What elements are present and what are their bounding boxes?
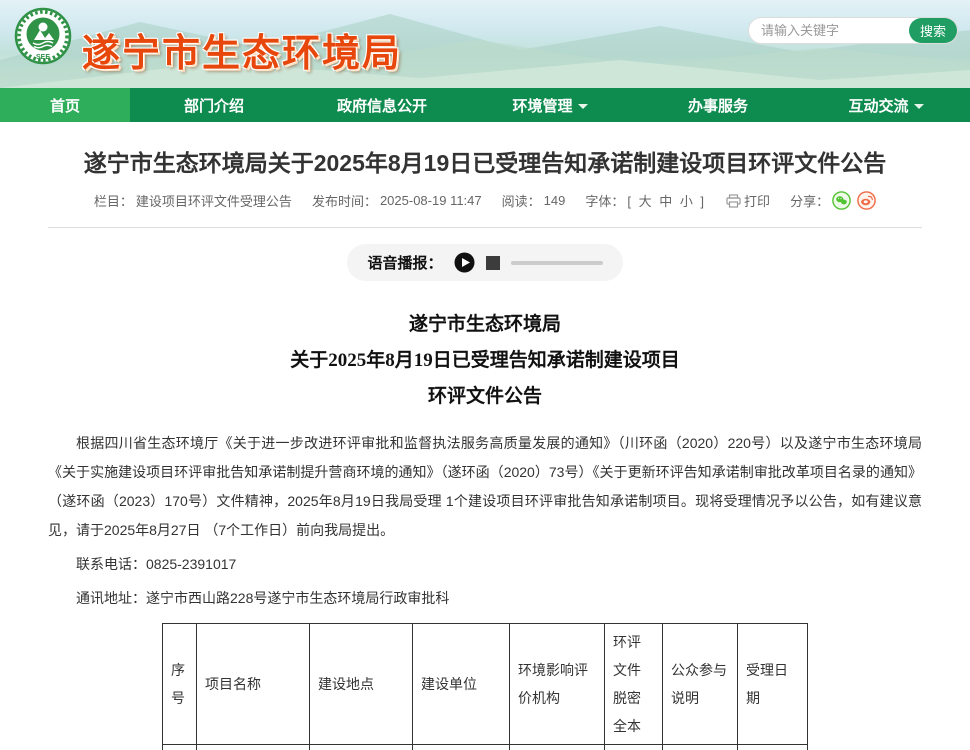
col-header-eia-doc: 环评文件脱密全本 [605,624,663,745]
col-header-accept-date: 受理日期 [738,624,808,745]
font-size-options[interactable]: [ 大 中 小 ] [627,191,706,210]
meta-views: 阅读： 149 [502,191,566,210]
page-title: 遂宁市生态环境局关于2025年8月19日已受理告知承诺制建设项目环评文件公告 [48,144,922,178]
meta-category-value: 建设项目环评文件受理公告 [136,191,292,210]
doc-heading-line: 环评文件公告 [48,379,922,415]
audio-player-label: 语音播报： [367,252,442,273]
printer-icon [726,194,741,208]
font-size-label: 字体： [585,191,624,210]
nav-label: 办事服务 [688,95,748,116]
share-label: 分享： [790,191,829,210]
meta-publish-label: 发布时间： [312,191,377,210]
nav-item-departments[interactable]: 部门介绍 [130,88,298,122]
cell-eia-doc: 见附件 [605,745,663,750]
nav-item-interaction[interactable]: 互动交流 [802,88,970,122]
cell-location: 四川遂宁船山区 [310,745,413,750]
wechat-share-icon[interactable] [832,191,851,210]
projects-table-wrap: 序号 项目名称 建设地点 建设单位 环境影响评价机构 环评文件脱密全本 公众参与… [48,623,922,750]
search-button[interactable]: 搜索 [909,18,957,43]
meta-category-label: 栏目： [94,191,133,210]
article-meta: 栏目： 建设项目环评文件受理公告 发布时间： 2025-08-19 11:47 … [48,191,922,210]
col-header-project-name: 项目名称 [197,624,310,745]
cell-public-participation: 见附件 [663,745,738,750]
audio-player: 语音播报： [347,244,622,281]
main-content: 遂宁市生态环境局关于2025年8月19日已受理告知承诺制建设项目环评文件公告 栏… [0,144,970,750]
nav-item-env-management[interactable]: 环境管理 [466,88,634,122]
chevron-down-icon [914,104,924,109]
nav-label: 环境管理 [512,95,572,116]
main-nav: 首页 部门介绍 政府信息公开 环境管理 办事服务 互动交流 [0,88,970,122]
cell-accept-date: 2025-8-19 [738,745,808,750]
audio-progress-bar[interactable] [511,261,603,265]
col-header-location: 建设地点 [310,624,413,745]
print-button[interactable]: 打印 [726,191,770,210]
site-title: 遂宁市生态环境局 [82,22,402,77]
meta-publish-time: 发布时间： 2025-08-19 11:47 [312,191,482,210]
weibo-share-icon[interactable] [857,191,876,210]
meta-category: 栏目： 建设项目环评文件受理公告 [94,191,292,210]
contact-address: 通讯地址：遂宁市西山路228号遂宁市生态环境局行政审批科 [48,584,922,613]
doc-heading-line: 关于2025年8月19日已受理告知承诺制建设项目 [48,343,922,379]
logo-see-text: SEE [36,54,50,61]
table-row: 1 7.2GW 高效晶体硅异质结光伏电池及组件项目 四川遂宁船山区 电投新能源科… [163,745,808,750]
stop-icon[interactable] [486,256,500,270]
cell-eia-agency: 信息产业电子第十一设计研究院科技工程股份有限公司 [510,745,605,750]
environment-bureau-logo-icon: SEE [14,7,72,65]
meta-views-label: 阅读： [502,191,541,210]
meta-views-value: 149 [544,193,566,208]
cell-seq: 1 [163,745,197,750]
cell-project-name: 7.2GW 高效晶体硅异质结光伏电池及组件项目 [197,745,310,750]
nav-label: 互动交流 [848,95,908,116]
font-size-control[interactable]: 字体： [ 大 中 小 ] [585,191,706,210]
document-headings: 遂宁市生态环境局 关于2025年8月19日已受理告知承诺制建设项目 环评文件公告 [48,307,922,415]
search-bar: 搜索 [748,17,958,44]
chevron-down-icon [578,104,588,109]
col-header-seq: 序号 [163,624,197,745]
share-group: 分享： [790,191,876,210]
nav-item-services[interactable]: 办事服务 [634,88,802,122]
col-header-public-participation: 公众参与说明 [663,624,738,745]
play-icon[interactable] [454,252,475,273]
contact-phone: 联系电话：0825-2391017 [48,550,922,579]
cell-builder: 电投新能源科技（遂宁）有限公司 [413,745,510,750]
nav-item-home[interactable]: 首页 [0,88,130,122]
nav-label: 首页 [50,95,80,116]
col-header-eia-agency: 环境影响评价机构 [510,624,605,745]
col-header-builder: 建设单位 [413,624,510,745]
doc-heading-line: 遂宁市生态环境局 [48,307,922,343]
nav-item-gov-info[interactable]: 政府信息公开 [298,88,466,122]
body-paragraph: 根据四川省生态环境厅《关于进一步改进环评审批和监督执法服务高质量发展的通知》（川… [48,429,922,545]
site-header: SEE 遂宁市生态环境局 搜索 [0,0,970,88]
print-label: 打印 [744,191,770,210]
projects-table: 序号 项目名称 建设地点 建设单位 环境影响评价机构 环评文件脱密全本 公众参与… [162,623,808,750]
table-header-row: 序号 项目名称 建设地点 建设单位 环境影响评价机构 环评文件脱密全本 公众参与… [163,624,808,745]
meta-divider [48,227,922,228]
nav-label: 政府信息公开 [337,95,427,116]
meta-publish-value: 2025-08-19 11:47 [380,193,482,208]
nav-label: 部门介绍 [184,95,244,116]
